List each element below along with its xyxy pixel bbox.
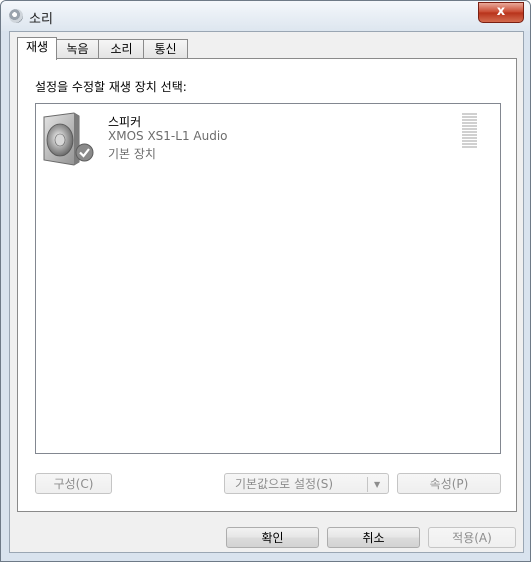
sound-dialog-window: 소리 x 재생 녹음 소리 통신 설정을 수정할 재생 장치 선택: 스피커 X… [0,0,531,562]
chevron-down-icon[interactable]: ▼ [374,474,380,495]
ok-button[interactable]: 확인 [226,527,319,548]
dialog-client-area: 재생 녹음 소리 통신 설정을 수정할 재생 장치 선택: 스피커 XMOS X… [9,31,524,553]
instruction-text: 설정을 수정할 재생 장치 선택: [35,80,187,94]
tab-playback[interactable]: 재생 [17,37,57,60]
device-description: XMOS XS1-L1 Audio [108,129,228,143]
apply-button[interactable]: 적용(A) [428,527,516,548]
device-status: 기본 장치 [108,147,156,161]
cancel-button[interactable]: 취소 [327,527,420,548]
close-button[interactable]: x [478,2,524,23]
device-list[interactable]: 스피커 XMOS XS1-L1 Audio 기본 장치 [35,103,501,454]
window-title: 소리 [29,12,53,27]
split-divider [367,477,368,492]
device-name: 스피커 [108,115,142,129]
tab-communications[interactable]: 통신 [143,39,188,59]
tab-recording[interactable]: 녹음 [55,39,100,59]
tab-sounds[interactable]: 소리 [98,39,145,59]
device-item-speaker[interactable]: 스피커 XMOS XS1-L1 Audio 기본 장치 [36,104,498,174]
set-default-split-button[interactable]: 기본값으로 설정(S) ▼ [224,473,389,494]
configure-button[interactable]: 구성(C) [35,473,112,494]
playback-tab-panel: 설정을 수정할 재생 장치 선택: 스피커 XMOS XS1-L1 Audio … [17,58,517,512]
set-default-label: 기본값으로 설정(S) [235,477,334,491]
default-check-icon [75,143,94,162]
title-bar[interactable]: 소리 x [1,1,530,31]
sound-app-icon [9,9,23,23]
level-meter [462,113,477,151]
properties-button[interactable]: 속성(P) [397,473,501,494]
